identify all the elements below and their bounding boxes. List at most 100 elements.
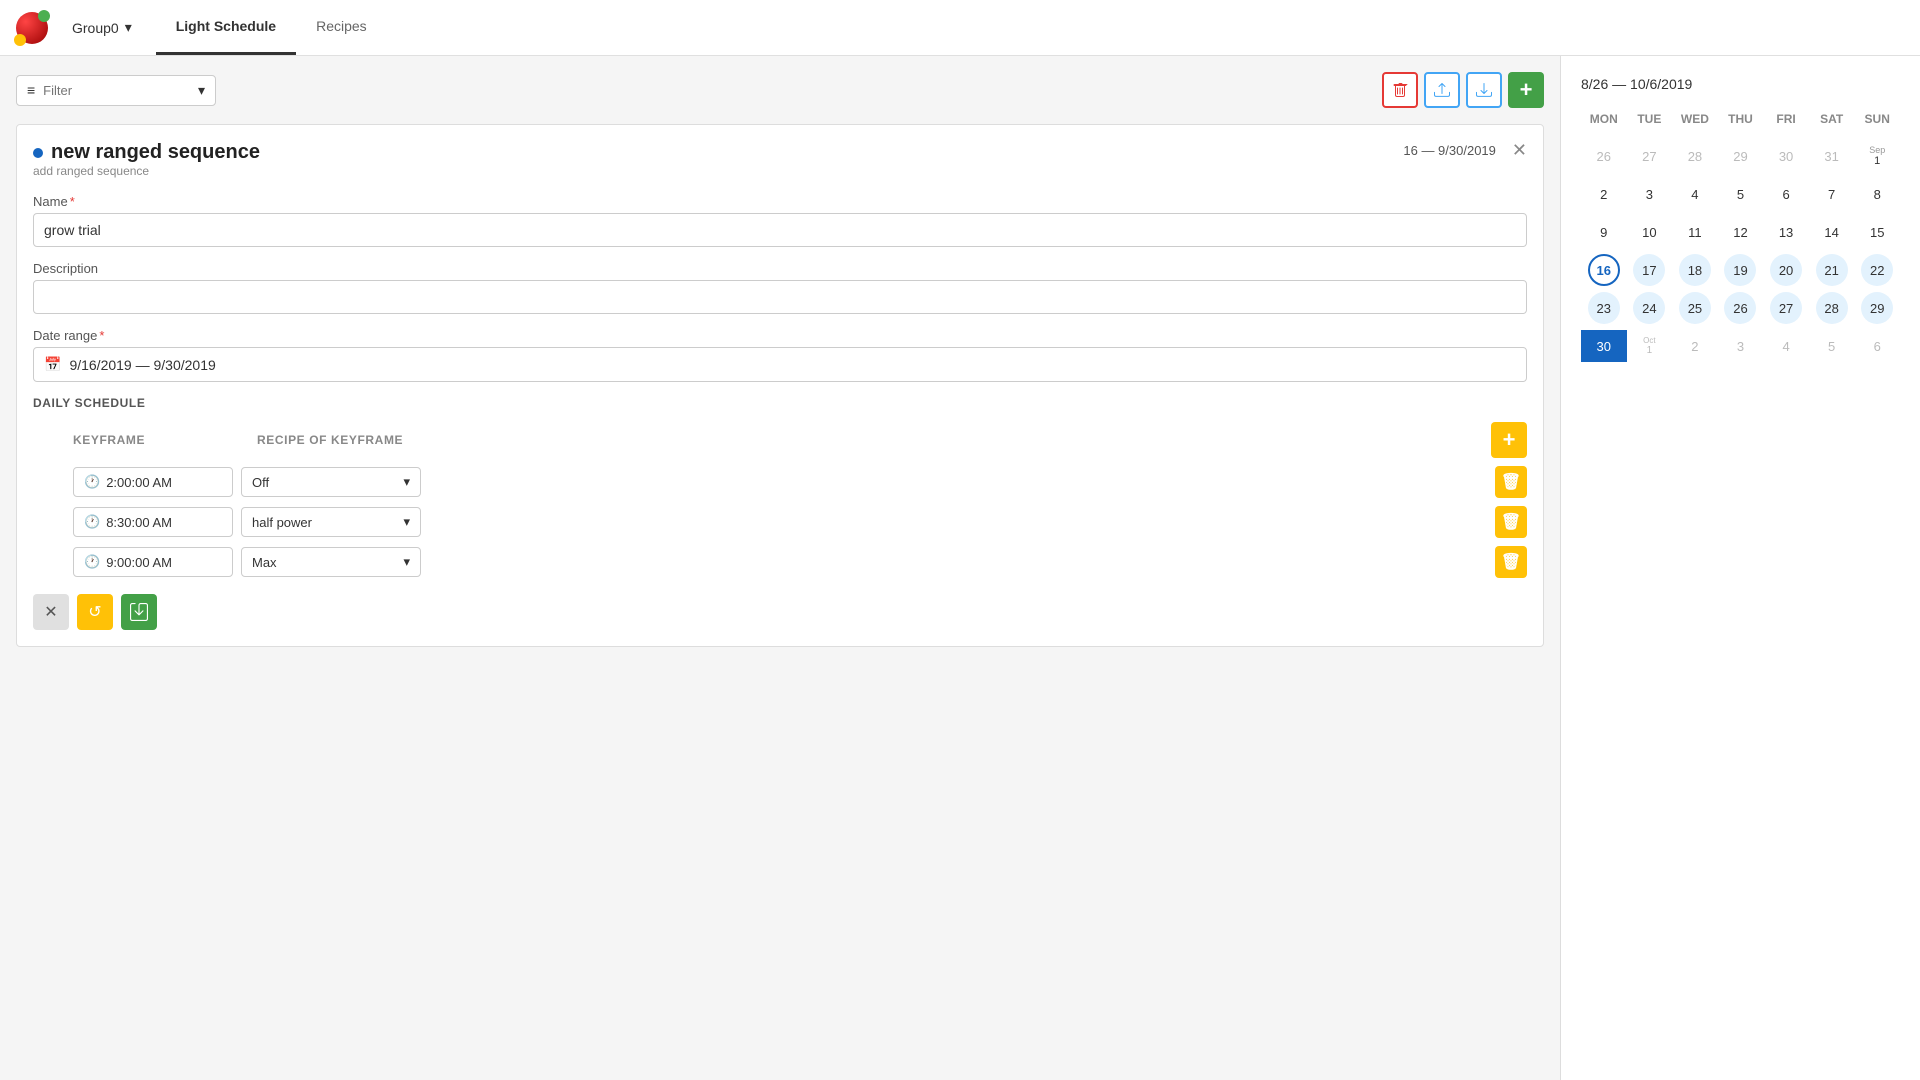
cal-cell[interactable]: 20 [1770,254,1802,286]
recipe-select-0[interactable]: Off ▾ [241,467,421,497]
cal-cell-oct1[interactable]: Oct 1 [1633,330,1665,362]
cal-cell[interactable]: 12 [1724,216,1756,248]
cal-cell[interactable]: 4 [1679,178,1711,210]
calendar-week-4: 16 17 18 19 20 21 22 [1581,252,1900,288]
form-date-badge: 16 — 9/30/2019 [1403,143,1496,158]
calendar-week-1: 26 27 28 29 30 31 Sep 1 [1581,138,1900,174]
cal-cell[interactable]: 2 [1588,178,1620,210]
chevron-down-icon-1: ▾ [403,514,410,530]
cal-cell[interactable]: 27 [1633,140,1665,172]
cal-cell-today[interactable]: 16 [1588,254,1620,286]
cal-cell[interactable]: 21 [1816,254,1848,286]
calendar-icon: 📅 [44,356,61,373]
cal-cell[interactable]: 17 [1633,254,1665,286]
cal-cell[interactable]: 29 [1724,140,1756,172]
keyframe-row: 🕐 9:00:00 AM Max ▾ 🗑 [33,546,1527,578]
keyframe-header: KEYFRAME RECIPE OF KEYFRAME + [33,422,1527,458]
cal-cell[interactable]: 15 [1861,216,1893,248]
cal-cell[interactable]: 18 [1679,254,1711,286]
day-tue: TUE [1627,108,1673,130]
keyframe-row-left-1: 🕐 8:30:00 AM half power ▾ [73,507,421,537]
header-right: 16 — 9/30/2019 ✕ [1403,141,1527,159]
recipe-select-2[interactable]: Max ▾ [241,547,421,577]
cal-cell[interactable]: 3 [1724,330,1756,362]
date-range-label: Date range * [33,328,1527,343]
form-close-button[interactable]: ✕ [1512,141,1527,159]
cal-cell[interactable]: 19 [1724,254,1756,286]
cal-cell-range-end[interactable]: 30 [1581,330,1627,362]
recipe-value-0: Off [252,475,269,490]
name-input[interactable] [33,213,1527,247]
trash-icon-2: 🗑 [1501,552,1521,572]
group-selector[interactable]: Group0 ▾ [72,19,132,36]
filter-input[interactable] [43,83,190,98]
add-schedule-button[interactable]: + [1508,72,1544,108]
cal-cell[interactable]: 14 [1816,216,1848,248]
description-label: Description [33,261,1527,276]
filter-input-wrap[interactable]: ≡ ▾ [16,75,216,106]
cal-cell[interactable]: 2 [1679,330,1711,362]
tab-recipes[interactable]: Recipes [296,0,387,55]
cal-cell[interactable]: 29 [1861,292,1893,324]
cal-cell[interactable]: 5 [1816,330,1848,362]
time-input-2[interactable]: 🕐 9:00:00 AM [73,547,233,577]
delete-keyframe-0[interactable]: 🗑 [1495,466,1527,498]
save-icon [130,603,148,621]
cal-cell-sep1[interactable]: Sep 1 [1861,140,1893,172]
recipe-select-1[interactable]: half power ▾ [241,507,421,537]
toolbar-buttons: + [1382,72,1544,108]
delete-keyframe-1[interactable]: 🗑 [1495,506,1527,538]
col-keyframe-label: KEYFRAME [73,433,233,447]
cal-cell[interactable]: 26 [1724,292,1756,324]
time-value-1: 8:30:00 AM [106,515,172,530]
cal-cell[interactable]: 3 [1633,178,1665,210]
cal-cell[interactable]: 4 [1770,330,1802,362]
cal-cell[interactable]: 6 [1861,330,1893,362]
cal-cell[interactable]: 13 [1770,216,1802,248]
cal-cell[interactable]: 8 [1861,178,1893,210]
cal-cell[interactable]: 23 [1588,292,1620,324]
cal-cell[interactable]: 30 [1770,140,1802,172]
clock-icon-0: 🕐 [84,474,100,490]
cal-cell[interactable]: 24 [1633,292,1665,324]
download-icon [1476,82,1492,98]
time-input-1[interactable]: 🕐 8:30:00 AM [73,507,233,537]
cal-cell[interactable]: 25 [1679,292,1711,324]
time-input-0[interactable]: 🕐 2:00:00 AM [73,467,233,497]
download-button[interactable] [1466,72,1502,108]
calendar-week-3: 9 10 11 12 13 14 15 [1581,214,1900,250]
delete-keyframe-2[interactable]: 🗑 [1495,546,1527,578]
recipe-value-1: half power [252,515,312,530]
cal-cell[interactable]: 7 [1816,178,1848,210]
cal-cell[interactable]: 10 [1633,216,1665,248]
upload-icon [1434,82,1450,98]
cal-cell[interactable]: 27 [1770,292,1802,324]
cal-cell[interactable]: 11 [1679,216,1711,248]
trash-icon [1392,82,1408,98]
add-keyframe-button[interactable]: + [1491,422,1527,458]
form-title-wrap: new ranged sequence add ranged sequence [33,141,260,190]
cal-cell[interactable]: 9 [1588,216,1620,248]
filter-icon: ≡ [27,82,35,98]
cancel-button[interactable]: ✕ [33,594,69,630]
delete-button[interactable] [1382,72,1418,108]
cal-cell[interactable]: 22 [1861,254,1893,286]
keyframe-row: 🕐 8:30:00 AM half power ▾ 🗑 [33,506,1527,538]
clock-icon-1: 🕐 [84,514,100,530]
date-range-input[interactable]: 📅 9/16/2019 — 9/30/2019 [33,347,1527,382]
reset-button[interactable]: ↺ [77,594,113,630]
cal-cell[interactable]: 5 [1724,178,1756,210]
cal-cell[interactable]: 28 [1816,292,1848,324]
cal-cell[interactable]: 31 [1816,140,1848,172]
cal-cell[interactable]: 6 [1770,178,1802,210]
chevron-down-icon: ▾ [125,19,132,36]
main-container: ≡ ▾ [0,56,1920,1080]
save-button[interactable] [121,594,157,630]
left-panel: ≡ ▾ [0,56,1560,1080]
reset-icon: ↺ [88,602,101,622]
cal-cell[interactable]: 28 [1679,140,1711,172]
tab-light-schedule[interactable]: Light Schedule [156,0,296,55]
cal-cell[interactable]: 26 [1588,140,1620,172]
upload-button[interactable] [1424,72,1460,108]
description-input[interactable] [33,280,1527,314]
